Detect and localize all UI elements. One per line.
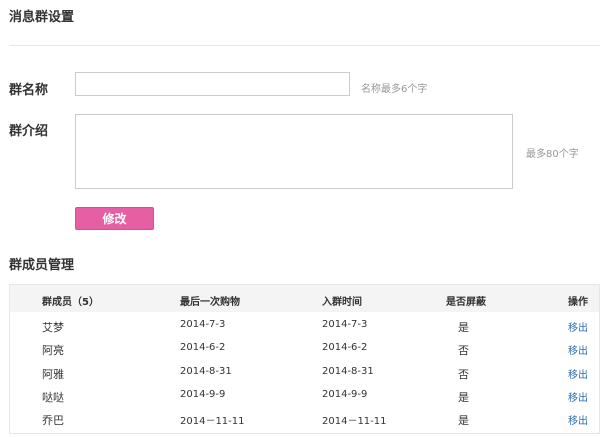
member-name: 哒哒: [42, 391, 64, 404]
member-last-purchase: 2014-6-2: [180, 342, 226, 353]
column-header-action: 操作: [568, 297, 588, 308]
group-settings-page: 消息群设置 群名称 名称最多6个字 群介绍 最多80个字 修改 群成员管理 群成…: [0, 0, 600, 437]
member-join-time: 2014-6-2: [322, 342, 368, 353]
table-row: 阿亮 2014-6-2 2014-6-2 否 移出: [10, 337, 599, 360]
table-row: 艾梦 2014-7-3 2014-7-3 是 移出: [10, 314, 599, 337]
column-header-last-purchase: 最后一次购物: [180, 297, 240, 308]
remove-member-link[interactable]: 移出: [568, 342, 588, 357]
table-row: 哒哒 2014-9-9 2014-9-9 是 移出: [10, 384, 599, 407]
group-name-label: 群名称: [9, 83, 49, 98]
members-section-title: 群成员管理: [9, 258, 75, 273]
modify-button[interactable]: 修改: [75, 207, 154, 230]
table-header: 群成员（5） 最后一次购物 入群时间 是否屏蔽 操作: [10, 285, 599, 312]
member-last-purchase: 2014-9-9: [180, 389, 226, 400]
member-join-time: 2014-9-9: [322, 389, 368, 400]
member-name: 阿亮: [42, 344, 64, 357]
member-muted: 否: [458, 344, 469, 357]
column-header-member: 群成员（5）: [42, 297, 99, 308]
page-title: 消息群设置: [9, 10, 75, 25]
member-muted: 否: [458, 368, 469, 381]
member-last-purchase: 2014－11-11: [180, 416, 245, 427]
members-table: 群成员（5） 最后一次购物 入群时间 是否屏蔽 操作 艾梦 2014-7-3 2…: [9, 284, 600, 434]
member-muted: 是: [458, 321, 469, 334]
table-row: 乔巴 2014－11-11 2014－11-11 是 移出: [10, 407, 599, 430]
remove-member-link[interactable]: 移出: [568, 319, 588, 334]
member-name: 艾梦: [42, 321, 64, 334]
remove-member-link[interactable]: 移出: [568, 366, 588, 381]
remove-member-link[interactable]: 移出: [568, 412, 588, 427]
member-name: 阿雅: [42, 368, 64, 381]
member-join-time: 2014-7-3: [322, 319, 368, 330]
column-header-join-time: 入群时间: [322, 297, 362, 308]
member-last-purchase: 2014-8-31: [180, 366, 232, 377]
group-intro-label: 群介绍: [9, 124, 49, 139]
member-join-time: 2014－11-11: [322, 416, 387, 427]
group-intro-hint: 最多80个字: [526, 149, 579, 160]
member-name: 乔巴: [42, 414, 64, 427]
member-muted: 是: [458, 414, 469, 427]
group-name-input[interactable]: [75, 72, 350, 96]
header-divider: [9, 45, 600, 46]
table-row: 阿雅 2014-8-31 2014-8-31 否 移出: [10, 361, 599, 384]
member-join-time: 2014-8-31: [322, 366, 374, 377]
member-muted: 是: [458, 391, 469, 404]
column-header-muted: 是否屏蔽: [446, 297, 486, 308]
group-intro-textarea[interactable]: [75, 114, 513, 189]
member-last-purchase: 2014-7-3: [180, 319, 226, 330]
remove-member-link[interactable]: 移出: [568, 389, 588, 404]
group-name-hint: 名称最多6个字: [361, 84, 428, 95]
